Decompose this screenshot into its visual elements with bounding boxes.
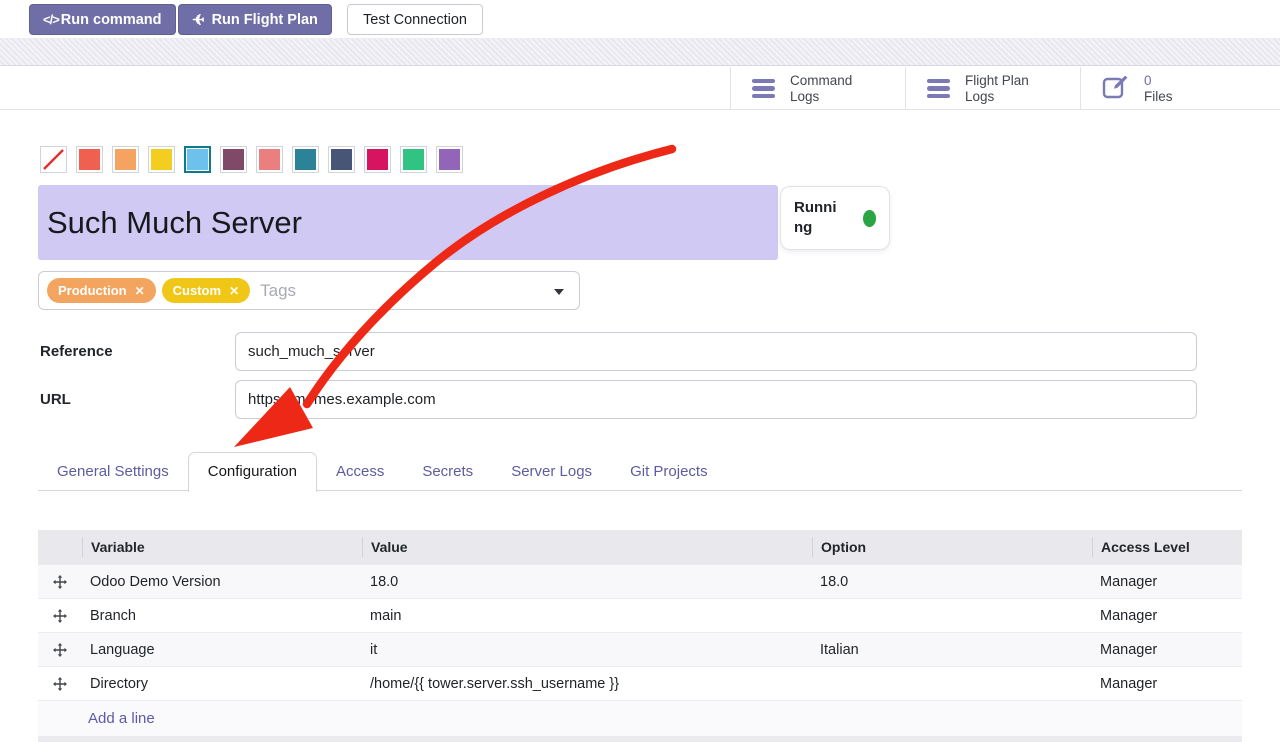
- color-swatch[interactable]: [400, 146, 427, 173]
- notebook-tabs: General Settings Configuration Access Se…: [38, 452, 1242, 491]
- drag-handle-icon[interactable]: [38, 677, 82, 691]
- list-icon: [752, 79, 775, 99]
- table-row[interactable]: Language it Italian Manager: [38, 632, 1242, 666]
- server-status-widget[interactable]: Running: [780, 186, 890, 250]
- column-header-access-level[interactable]: Access Level: [1092, 537, 1242, 557]
- url-label: URL: [40, 380, 71, 419]
- test-connection-label: Test Connection: [363, 12, 467, 28]
- stat-label-line2: Logs: [965, 89, 1029, 105]
- drag-handle-icon[interactable]: [38, 575, 82, 589]
- column-header-option[interactable]: Option: [812, 537, 1092, 557]
- color-swatch[interactable]: [436, 146, 463, 173]
- color-swatch[interactable]: [256, 146, 283, 173]
- variables-table: Variable Value Option Access Level Odoo …: [38, 530, 1242, 736]
- tags-field[interactable]: Production ✕ Custom ✕ Tags: [38, 271, 580, 310]
- run-flight-plan-button[interactable]: ✈ Run Flight Plan: [178, 4, 332, 35]
- cell-access-level[interactable]: Manager: [1092, 642, 1242, 658]
- next-row-strip: [38, 736, 1242, 742]
- drag-handle-icon[interactable]: [38, 643, 82, 657]
- tab-access[interactable]: Access: [317, 452, 403, 491]
- color-swatch[interactable]: [292, 146, 319, 173]
- tab-secrets[interactable]: Secrets: [403, 452, 492, 491]
- tab-configuration[interactable]: Configuration: [188, 452, 317, 492]
- status-dot-icon: [863, 210, 876, 227]
- column-header-variable[interactable]: Variable: [82, 537, 362, 557]
- sheet-header: Command Logs Flight Plan Logs: [0, 67, 1280, 110]
- files-count: 0: [1144, 73, 1173, 89]
- table-row[interactable]: Branch main Manager: [38, 598, 1242, 632]
- table-footer: Add a line: [38, 700, 1242, 736]
- run-command-button[interactable]: </> Run command: [29, 4, 176, 35]
- cell-access-level[interactable]: Manager: [1092, 676, 1242, 692]
- add-a-line-link[interactable]: Add a line: [88, 710, 155, 727]
- stat-label-line1: Flight Plan: [965, 73, 1029, 89]
- cell-variable[interactable]: Branch: [82, 608, 362, 624]
- color-swatch-selected[interactable]: [184, 146, 211, 173]
- remove-tag-icon[interactable]: ✕: [229, 284, 239, 298]
- color-swatch[interactable]: [364, 146, 391, 173]
- cell-variable[interactable]: Directory: [82, 676, 362, 692]
- color-swatch[interactable]: [148, 146, 175, 173]
- reference-label: Reference: [40, 332, 113, 371]
- run-command-label: Run command: [61, 12, 162, 28]
- cell-variable[interactable]: Language: [82, 642, 362, 658]
- files-label: Files: [1144, 89, 1173, 105]
- color-swatch[interactable]: [112, 146, 139, 173]
- cell-value[interactable]: it: [362, 642, 812, 658]
- server-form-page: </> Run command ✈ Run Flight Plan Test C…: [0, 0, 1280, 742]
- tag-label: Production: [58, 283, 127, 298]
- code-icon: </>: [43, 12, 59, 27]
- color-swatch-none[interactable]: [40, 146, 67, 173]
- test-connection-button[interactable]: Test Connection: [347, 4, 483, 35]
- color-swatch[interactable]: [76, 146, 103, 173]
- cell-option[interactable]: 18.0: [812, 574, 1092, 590]
- color-swatch[interactable]: [328, 146, 355, 173]
- tag-custom[interactable]: Custom ✕: [162, 278, 250, 303]
- color-picker: [40, 146, 463, 173]
- table-row[interactable]: Directory /home/{{ tower.server.ssh_user…: [38, 666, 1242, 700]
- cell-option[interactable]: Italian: [812, 642, 1092, 658]
- column-header-value[interactable]: Value: [362, 537, 812, 557]
- table-header: Variable Value Option Access Level: [38, 530, 1242, 564]
- cell-value[interactable]: /home/{{ tower.server.ssh_username }}: [362, 676, 812, 692]
- chevron-down-icon[interactable]: [554, 289, 564, 300]
- tag-production[interactable]: Production ✕: [47, 278, 156, 303]
- server-name-text: Such Much Server: [47, 205, 302, 241]
- color-swatch[interactable]: [220, 146, 247, 173]
- status-label: Running: [794, 198, 842, 239]
- files-stat-button[interactable]: 0 Files: [1081, 67, 1280, 110]
- run-flight-plan-label: Run Flight Plan: [212, 12, 318, 28]
- tab-server-logs[interactable]: Server Logs: [492, 452, 611, 491]
- tab-general-settings[interactable]: General Settings: [38, 452, 188, 491]
- tab-git-projects[interactable]: Git Projects: [611, 452, 727, 491]
- handle-column-header: [38, 537, 82, 557]
- command-logs-stat-button[interactable]: Command Logs: [731, 67, 906, 110]
- cell-access-level[interactable]: Manager: [1092, 574, 1242, 590]
- cell-value[interactable]: main: [362, 608, 812, 624]
- cell-value[interactable]: 18.0: [362, 574, 812, 590]
- flight-plan-logs-stat-button[interactable]: Flight Plan Logs: [906, 67, 1081, 110]
- cell-access-level[interactable]: Manager: [1092, 608, 1242, 624]
- stat-label-line1: Command: [790, 73, 852, 89]
- reference-input[interactable]: such_much_server: [235, 332, 1197, 371]
- plane-icon: ✈: [192, 11, 205, 29]
- edit-icon: [1102, 73, 1129, 105]
- url-input[interactable]: https://memes.example.com: [235, 380, 1197, 419]
- list-icon: [927, 79, 950, 99]
- tags-placeholder: Tags: [260, 281, 296, 301]
- remove-tag-icon[interactable]: ✕: [135, 284, 145, 298]
- server-name-field[interactable]: Such Much Server: [38, 185, 778, 260]
- table-row[interactable]: Odoo Demo Version 18.0 18.0 Manager: [38, 564, 1242, 598]
- drag-handle-icon[interactable]: [38, 609, 82, 623]
- tag-label: Custom: [173, 283, 221, 298]
- cell-variable[interactable]: Odoo Demo Version: [82, 574, 362, 590]
- texture-divider: [0, 38, 1280, 66]
- stat-label-line2: Logs: [790, 89, 852, 105]
